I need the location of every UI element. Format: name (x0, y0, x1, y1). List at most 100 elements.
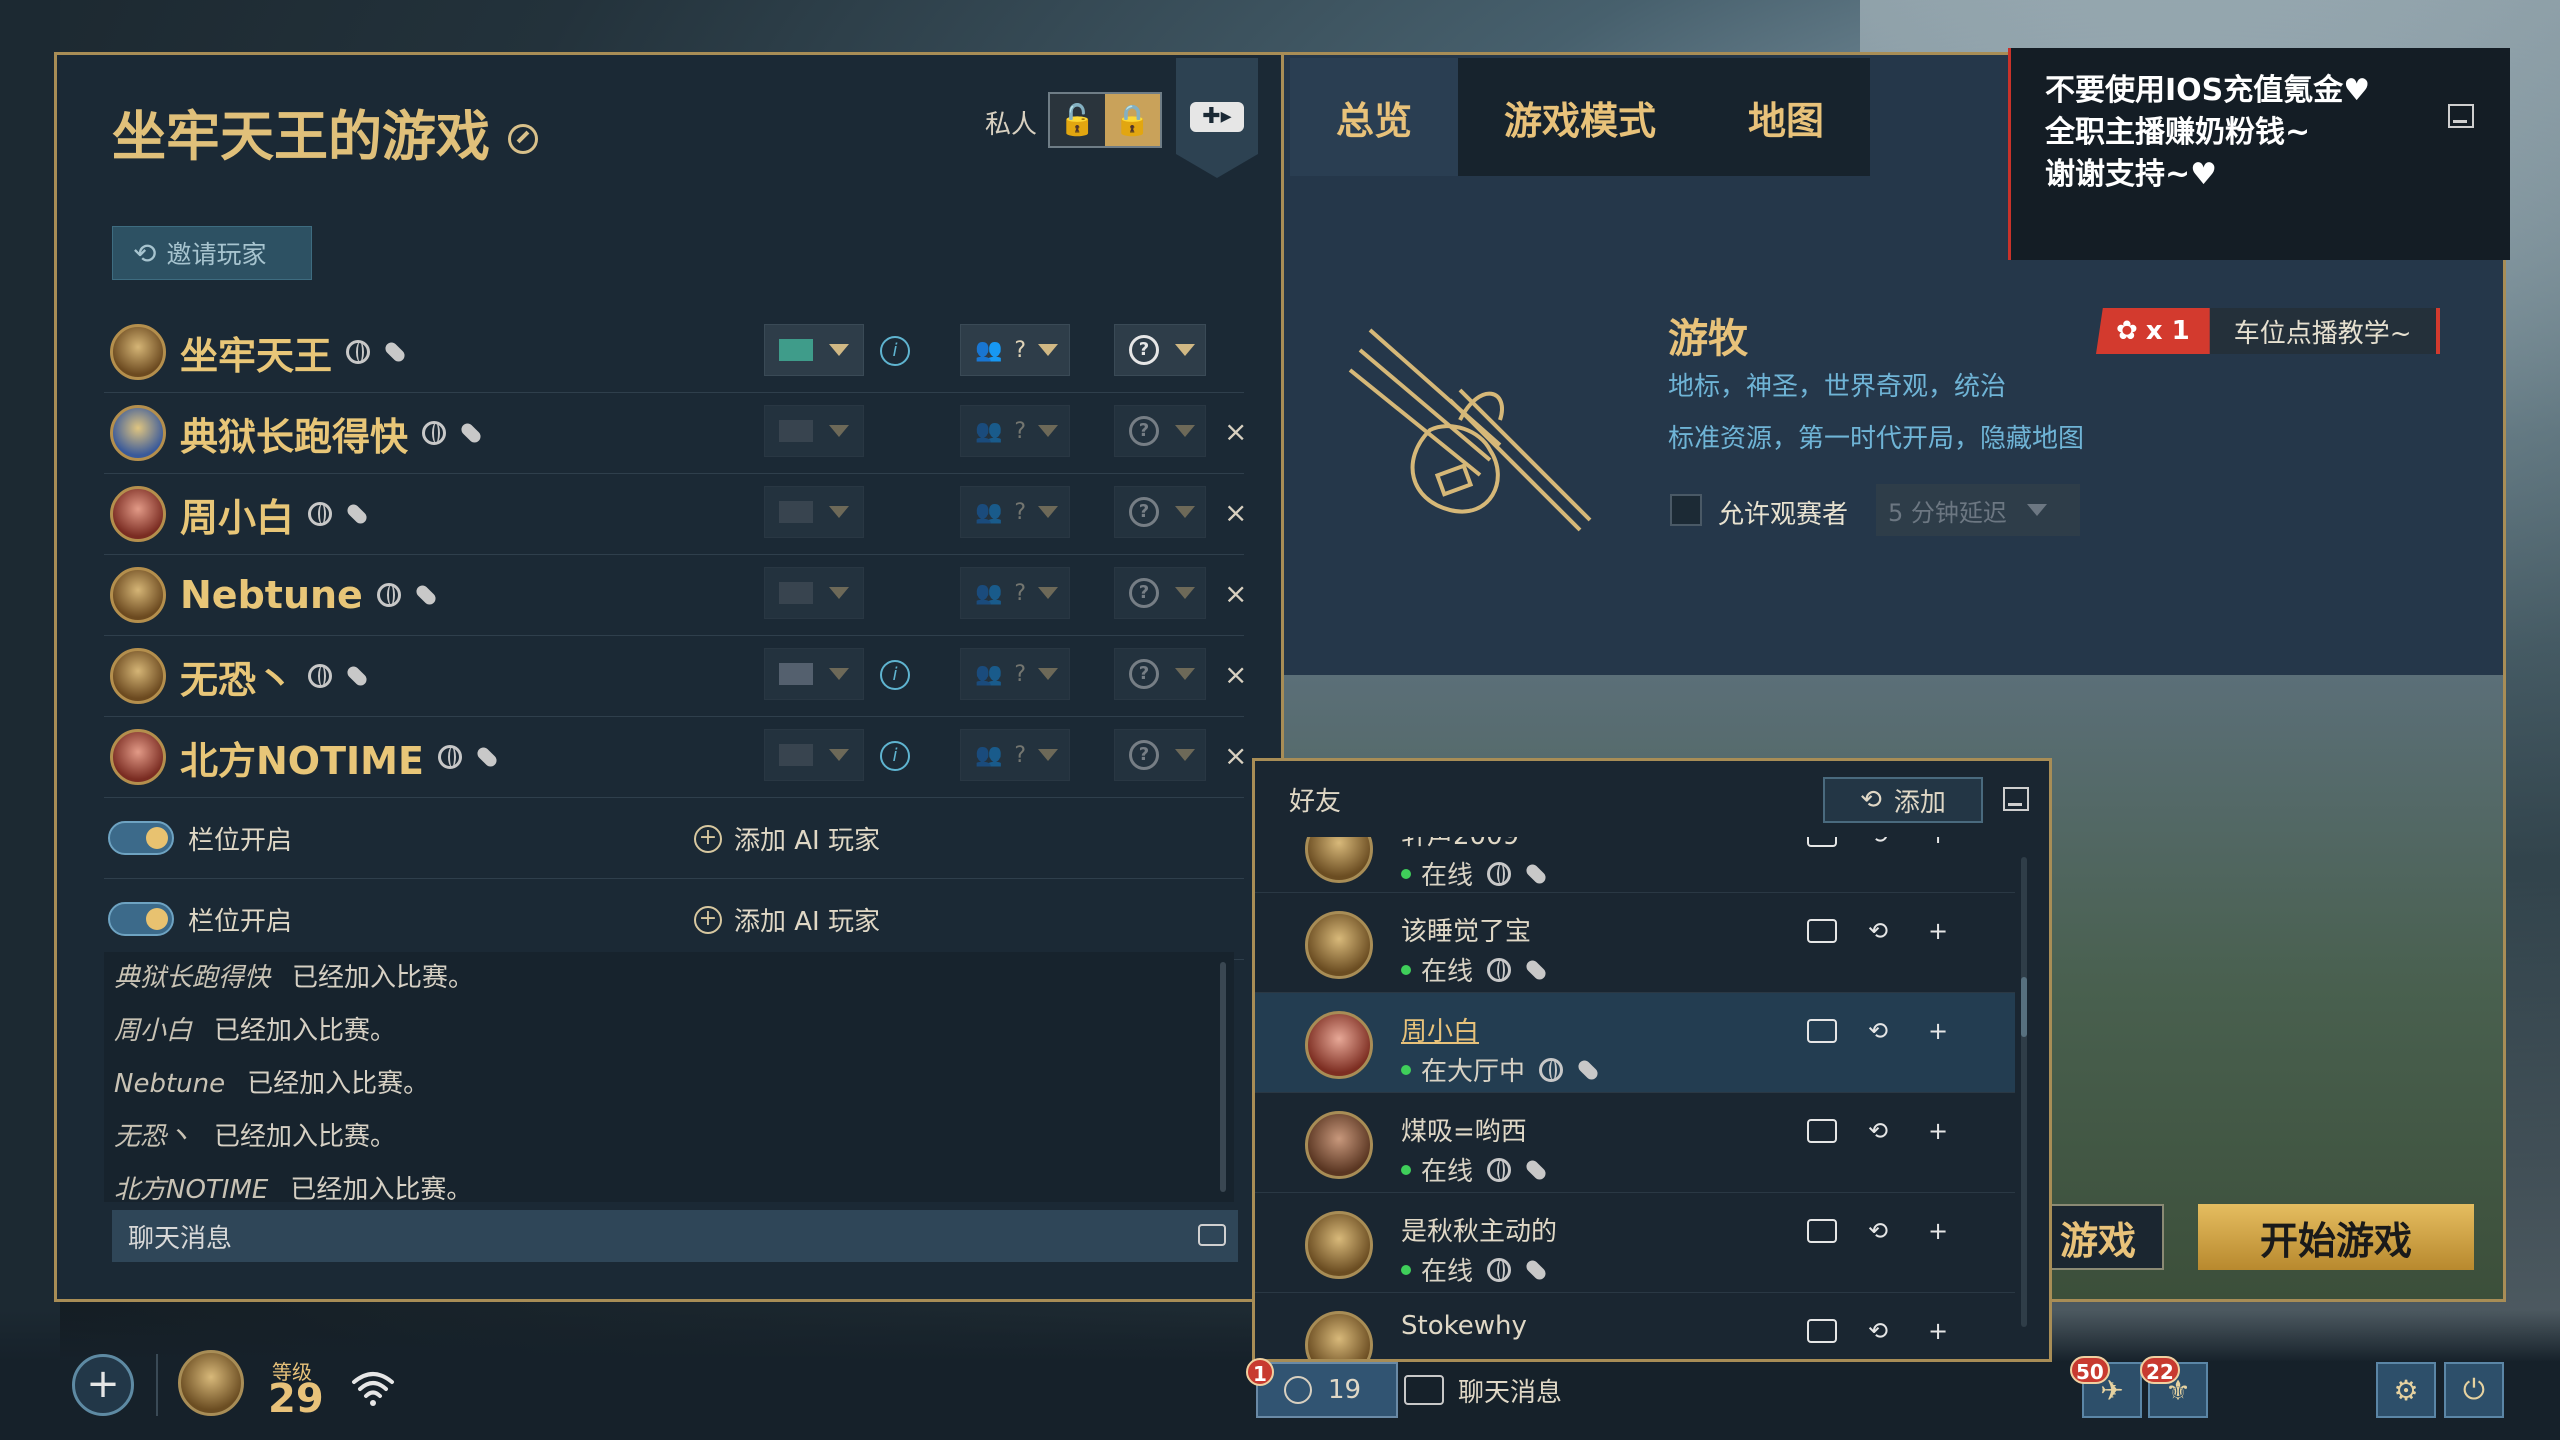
friend-name[interactable]: 周小白 (1401, 1011, 1479, 1048)
invite-players-button[interactable]: ⟲ 邀请玩家 (112, 226, 312, 280)
color-dropdown[interactable]: ? (1114, 324, 1206, 376)
private-toggle[interactable]: 🔓 🔒 (1048, 92, 1162, 148)
message-icon[interactable] (1807, 919, 1837, 943)
add-friend-icon[interactable]: + (1919, 837, 1957, 851)
message-icon[interactable] (1807, 1019, 1837, 1043)
friend-avatar[interactable] (1305, 1111, 1373, 1179)
friend-row[interactable]: 是秋秋主动的 在线 ⟲ + (1255, 1193, 2015, 1293)
chat-input[interactable]: 聊天消息 (112, 1210, 1238, 1262)
civilization-dropdown[interactable] (764, 648, 864, 700)
add-ai-button[interactable]: + 添加 AI 玩家 (694, 820, 880, 857)
gear-icon[interactable]: ⚙ (2376, 1362, 2436, 1418)
player-name[interactable]: 典狱长跑得快 (180, 406, 408, 461)
player-name[interactable]: 北方NOTIME (180, 730, 424, 785)
team-dropdown[interactable]: 👥? (960, 648, 1070, 700)
kick-player-button[interactable]: × (1224, 496, 1247, 529)
civilization-dropdown[interactable] (764, 567, 864, 619)
add-icon[interactable]: + (72, 1354, 134, 1416)
kick-player-button[interactable]: × (1224, 415, 1247, 448)
color-dropdown[interactable]: ? (1114, 486, 1206, 538)
message-icon[interactable] (1807, 1119, 1837, 1143)
minimize-icon[interactable] (2448, 104, 2474, 128)
player-name[interactable]: Nebtune (180, 573, 363, 617)
observer-delay-dropdown[interactable]: 5 分钟延迟 (1876, 484, 2080, 536)
add-friend-icon[interactable]: + (1919, 1115, 1957, 1147)
friend-name[interactable]: Stokewhy (1401, 1311, 1527, 1341)
add-friend-icon[interactable]: + (1919, 915, 1957, 947)
chat-send-icon[interactable] (1198, 1224, 1226, 1246)
mode-tags[interactable]: 地标，神圣，世界奇观，统治 (1668, 366, 2006, 403)
friend-avatar[interactable] (1305, 837, 1373, 883)
team-dropdown[interactable]: 👥? (960, 486, 1070, 538)
allow-observers-checkbox[interactable] (1670, 494, 1702, 526)
friend-row[interactable]: Stokewhy ⟲ + (1255, 1293, 2015, 1359)
friends-toggle-button[interactable]: 19 (1256, 1362, 1398, 1418)
friend-avatar[interactable] (1305, 1211, 1373, 1279)
lock-icon[interactable]: 🔒 (1105, 94, 1160, 146)
kick-player-button[interactable]: × (1224, 658, 1247, 691)
tab-1[interactable]: 游戏模式 (1458, 58, 1703, 176)
player-name[interactable]: 无恐丶 (180, 649, 294, 704)
add-friend-icon[interactable]: + (1919, 1215, 1957, 1247)
gamepad-mode-tab[interactable]: ✚▸ (1176, 58, 1258, 178)
message-icon[interactable] (1807, 1319, 1837, 1343)
friend-row[interactable]: 轩声2009在线⟲+ (1255, 837, 2015, 893)
color-dropdown[interactable]: ? (1114, 729, 1206, 781)
chat-messages-button[interactable]: 聊天消息 (1404, 1362, 1562, 1418)
kick-player-button[interactable]: × (1224, 739, 1247, 772)
add-ai-button[interactable]: + 添加 AI 玩家 (694, 901, 880, 938)
mode-settings[interactable]: 标准资源，第一时代开局，隐藏地图 (1668, 418, 2084, 455)
avatar[interactable] (110, 567, 166, 623)
unlock-icon[interactable]: 🔓 (1050, 94, 1105, 146)
team-dropdown[interactable]: 👥? (960, 729, 1070, 781)
friends-minimize-icon[interactable] (2003, 787, 2029, 811)
player-name[interactable]: 周小白 (180, 487, 294, 542)
info-icon[interactable]: i (880, 336, 910, 366)
avatar[interactable] (110, 486, 166, 542)
message-icon[interactable] (1807, 837, 1837, 847)
friend-avatar[interactable] (1305, 1311, 1373, 1359)
info-icon[interactable]: i (880, 741, 910, 771)
kick-player-button[interactable]: × (1224, 577, 1247, 610)
edit-title-icon[interactable] (508, 124, 538, 154)
color-dropdown[interactable]: ? (1114, 405, 1206, 457)
add-friend-icon[interactable]: + (1919, 1015, 1957, 1047)
invite-icon[interactable]: ⟲ (1859, 915, 1897, 947)
add-friend-button[interactable]: ⟲ 添加 (1823, 777, 1983, 823)
player-name[interactable]: 坐牢天王 (180, 325, 332, 380)
invite-icon[interactable]: ⟲ (1859, 1215, 1897, 1247)
tab-0[interactable]: 总览 (1290, 58, 1459, 176)
message-icon[interactable] (1807, 1219, 1837, 1243)
player-avatar[interactable] (178, 1350, 244, 1416)
invite-icon[interactable]: ⟲ (1859, 1015, 1897, 1047)
team-dropdown[interactable]: 👥? (960, 324, 1070, 376)
color-dropdown[interactable]: ? (1114, 648, 1206, 700)
invite-icon[interactable]: ⟲ (1859, 1315, 1897, 1347)
friend-name[interactable]: 轩声2009 (1401, 837, 1519, 852)
chat-scrollbar[interactable] (1220, 962, 1226, 1192)
start-game-button[interactable]: 开始游戏 (2198, 1204, 2474, 1270)
friend-name[interactable]: 煤吸=哟西 (1401, 1111, 1527, 1148)
tab-2[interactable]: 地图 (1702, 58, 1871, 176)
avatar[interactable] (110, 648, 166, 704)
invite-icon[interactable]: ⟲ (1859, 837, 1897, 851)
info-icon[interactable]: i (880, 660, 910, 690)
power-icon[interactable]: ⏻ (2444, 1362, 2504, 1418)
civilization-dropdown[interactable] (764, 729, 864, 781)
friend-name[interactable]: 是秋秋主动的 (1401, 1211, 1557, 1248)
friend-row[interactable]: 该睡觉了宝 在线 ⟲ + (1255, 893, 2015, 993)
slot-toggle[interactable] (108, 902, 174, 936)
civilization-dropdown[interactable] (764, 324, 864, 376)
add-friend-icon[interactable]: + (1919, 1315, 1957, 1347)
friend-row[interactable]: 煤吸=哟西 在线 ⟲ + (1255, 1093, 2015, 1193)
friend-name[interactable]: 该睡觉了宝 (1401, 911, 1531, 948)
team-dropdown[interactable]: 👥? (960, 567, 1070, 619)
slot-toggle[interactable] (108, 821, 174, 855)
avatar[interactable] (110, 729, 166, 785)
color-dropdown[interactable]: ? (1114, 567, 1206, 619)
invite-icon[interactable]: ⟲ (1859, 1115, 1897, 1147)
friends-scrollbar[interactable] (2021, 857, 2027, 1327)
friend-avatar[interactable] (1305, 1011, 1373, 1079)
friend-row[interactable]: 周小白 在大厅中 ⟲ + (1255, 993, 2015, 1093)
civilization-dropdown[interactable] (764, 486, 864, 538)
